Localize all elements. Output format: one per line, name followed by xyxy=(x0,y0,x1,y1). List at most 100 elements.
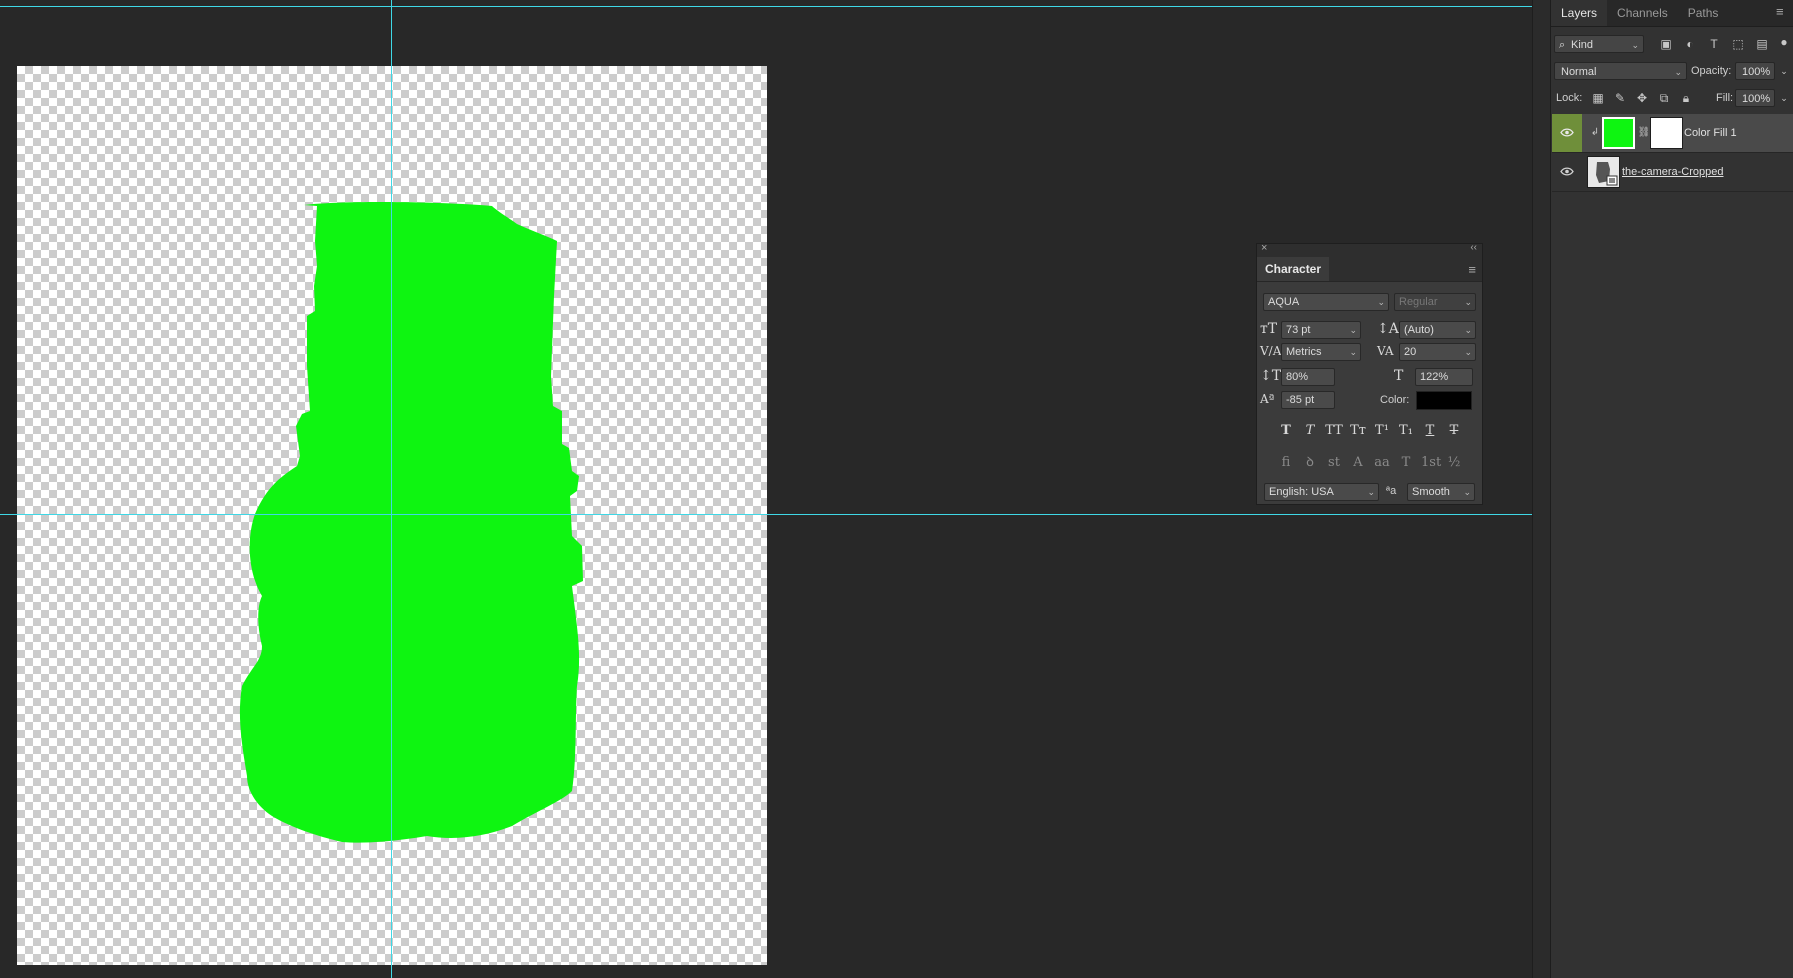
filter-kind-value: Kind xyxy=(1571,39,1594,51)
layers-panel[interactable]: Layers Channels Paths ≡ ⌕ Kind ⌄ ▣ ◐ T ⬚… xyxy=(1550,0,1793,978)
lock-label: Lock: xyxy=(1556,92,1583,104)
leading-select[interactable]: (Auto) ⌄ xyxy=(1399,321,1476,339)
smart-object-filter-icon[interactable]: ▤ xyxy=(1755,37,1769,51)
fill-label: Fill: xyxy=(1716,92,1734,104)
lock-transparent-pixels-icon[interactable]: ▦ xyxy=(1591,91,1605,105)
ligatures-button[interactable]: fi xyxy=(1277,453,1295,473)
horizontal-guide-top[interactable] xyxy=(0,6,1532,7)
chevron-down-icon[interactable]: ⌄ xyxy=(1777,64,1791,78)
faux-bold-button[interactable]: T xyxy=(1277,421,1295,441)
font-style-value: Regular xyxy=(1399,296,1438,308)
chevron-down-icon: ⌄ xyxy=(1674,67,1682,77)
faux-italic-button[interactable]: T xyxy=(1301,421,1319,441)
chevron-down-icon: ⌄ xyxy=(1349,325,1357,335)
lock-position-icon[interactable]: ✥ xyxy=(1635,91,1649,105)
camera-image-icon xyxy=(1596,162,1618,186)
kerning-select[interactable]: Metrics ⌄ xyxy=(1281,343,1361,361)
filter-row: ⌕ Kind ⌄ ▣ ◐ T ⬚ ▤ ● xyxy=(1551,35,1793,62)
small-caps-button[interactable]: Tт xyxy=(1349,421,1367,441)
horizontal-guide-middle[interactable] xyxy=(0,514,1532,515)
color-fill-shape xyxy=(239,202,583,843)
layer-name[interactable]: Color Fill 1 xyxy=(1684,114,1737,152)
panel-tabs: Layers Channels Paths ≡ xyxy=(1551,0,1793,27)
layer-name[interactable]: the-camera-Cropped xyxy=(1622,153,1724,191)
layer-mask-thumbnail[interactable] xyxy=(1650,117,1683,149)
vertical-guide[interactable] xyxy=(391,0,392,978)
link-icon[interactable]: ⛓︎ xyxy=(1637,126,1651,140)
kerning-value: Metrics xyxy=(1286,346,1322,358)
type-layer-filter-icon[interactable]: T xyxy=(1707,37,1721,51)
leading-value: (Auto) xyxy=(1404,324,1434,336)
tab-channels[interactable]: Channels xyxy=(1607,0,1678,26)
chevron-down-icon: ⌄ xyxy=(1464,347,1472,357)
layer-row-color-fill[interactable]: ↲ ⛓︎ Color Fill 1 xyxy=(1552,114,1793,153)
underline-button[interactable]: T xyxy=(1421,421,1439,441)
chevron-down-icon: ⌄ xyxy=(1464,297,1472,307)
language-value: English: USA xyxy=(1269,486,1334,498)
chevron-down-icon: ⌄ xyxy=(1377,297,1385,307)
font-family-select[interactable]: AQUA ⌄ xyxy=(1263,293,1389,311)
document-canvas[interactable] xyxy=(17,66,767,965)
swash-button[interactable]: A xyxy=(1349,453,1367,473)
pixel-layer-filter-icon[interactable]: ▣ xyxy=(1659,37,1673,51)
panel-menu-icon[interactable]: ≡ xyxy=(1776,5,1788,19)
font-size-icon: ᴛT xyxy=(1260,321,1278,337)
opentype-buttons-row: fi ꝺ st Aaa T 1st ½ xyxy=(1257,453,1484,473)
subscript-button[interactable]: T₁ xyxy=(1397,421,1415,441)
shape-layer-filter-icon[interactable]: ⬚ xyxy=(1731,37,1745,51)
panel-menu-icon[interactable]: ≡ xyxy=(1468,262,1476,277)
superscript-button[interactable]: T¹ xyxy=(1373,421,1391,441)
fill-input[interactable]: 100% xyxy=(1735,89,1775,107)
visibility-toggle[interactable] xyxy=(1552,114,1582,152)
clip-arrow-icon: ↲ xyxy=(1590,127,1600,138)
close-icon[interactable]: × xyxy=(1261,242,1267,254)
tracking-icon: VA xyxy=(1377,344,1394,358)
visibility-toggle[interactable] xyxy=(1552,153,1582,191)
strikethrough-button[interactable]: T xyxy=(1445,421,1463,441)
chevron-down-icon: ⌄ xyxy=(1631,40,1639,50)
panel-dock-strip xyxy=(1532,0,1551,978)
discretionary-ligatures-button[interactable]: st xyxy=(1325,453,1343,473)
all-caps-button[interactable]: TT xyxy=(1325,421,1343,441)
titling-alternates-button[interactable]: T xyxy=(1397,453,1415,473)
horizontal-scale-input[interactable]: 122% xyxy=(1415,368,1473,386)
antialias-value: Smooth xyxy=(1412,486,1450,498)
baseline-shift-value: -85 pt xyxy=(1286,394,1315,406)
old-style-button[interactable]: ꝺ xyxy=(1301,453,1319,473)
vertical-scale-value: 80% xyxy=(1286,371,1309,383)
camera-layer-thumbnail[interactable] xyxy=(1587,156,1620,188)
blend-mode-select[interactable]: Normal ⌄ xyxy=(1554,62,1687,80)
lock-all-icon[interactable]: 🔒︎ xyxy=(1679,91,1693,105)
character-tab[interactable]: Character xyxy=(1257,257,1330,281)
filter-kind-select[interactable]: ⌕ Kind ⌄ xyxy=(1554,35,1644,53)
text-color-swatch[interactable] xyxy=(1416,391,1472,410)
vertical-scale-icon: ↕T xyxy=(1260,368,1282,384)
character-panel-titlebar[interactable]: × ‹‹ xyxy=(1257,242,1482,257)
font-size-select[interactable]: 73 pt ⌄ xyxy=(1281,321,1361,339)
stylistic-alternates-button[interactable]: aa xyxy=(1373,453,1391,473)
character-panel[interactable]: × ‹‹ Character ≡ AQUA ⌄ Regular ⌄ ᴛT 73 … xyxy=(1256,242,1484,505)
layer-row-camera[interactable]: the-camera-Cropped xyxy=(1552,153,1793,192)
search-icon: ⌕ xyxy=(1559,39,1566,51)
font-style-select[interactable]: Regular ⌄ xyxy=(1394,293,1476,311)
tab-paths[interactable]: Paths xyxy=(1678,0,1729,26)
baseline-shift-input[interactable]: -85 pt xyxy=(1281,391,1335,409)
canvas-workspace[interactable]: × ‹‹ Character ≡ AQUA ⌄ Regular ⌄ ᴛT 73 … xyxy=(0,0,1532,978)
vertical-scale-input[interactable]: 80% xyxy=(1281,368,1335,386)
lock-image-pixels-icon[interactable]: ✎ xyxy=(1613,91,1627,105)
language-select[interactable]: English: USA ⌄ xyxy=(1264,483,1379,501)
fill-color-thumbnail[interactable] xyxy=(1602,117,1635,149)
filter-toggle-icon[interactable]: ● xyxy=(1777,35,1791,49)
collapse-icon[interactable]: ‹‹ xyxy=(1470,242,1477,253)
artboard-lock-icon[interactable]: ⧉ xyxy=(1657,91,1671,105)
opacity-input[interactable]: 100% xyxy=(1735,62,1775,80)
fractions-button[interactable]: ½ xyxy=(1445,453,1463,473)
color-label: Color: xyxy=(1380,394,1410,406)
ordinals-button[interactable]: 1st xyxy=(1421,453,1441,473)
antialias-select[interactable]: Smooth ⌄ xyxy=(1407,483,1475,501)
tab-layers[interactable]: Layers xyxy=(1551,0,1608,26)
kerning-icon: V/A xyxy=(1260,344,1282,358)
adjustment-layer-filter-icon[interactable]: ◐ xyxy=(1683,37,1697,51)
tracking-select[interactable]: 20 ⌄ xyxy=(1399,343,1476,361)
chevron-down-icon[interactable]: ⌄ xyxy=(1777,91,1791,105)
